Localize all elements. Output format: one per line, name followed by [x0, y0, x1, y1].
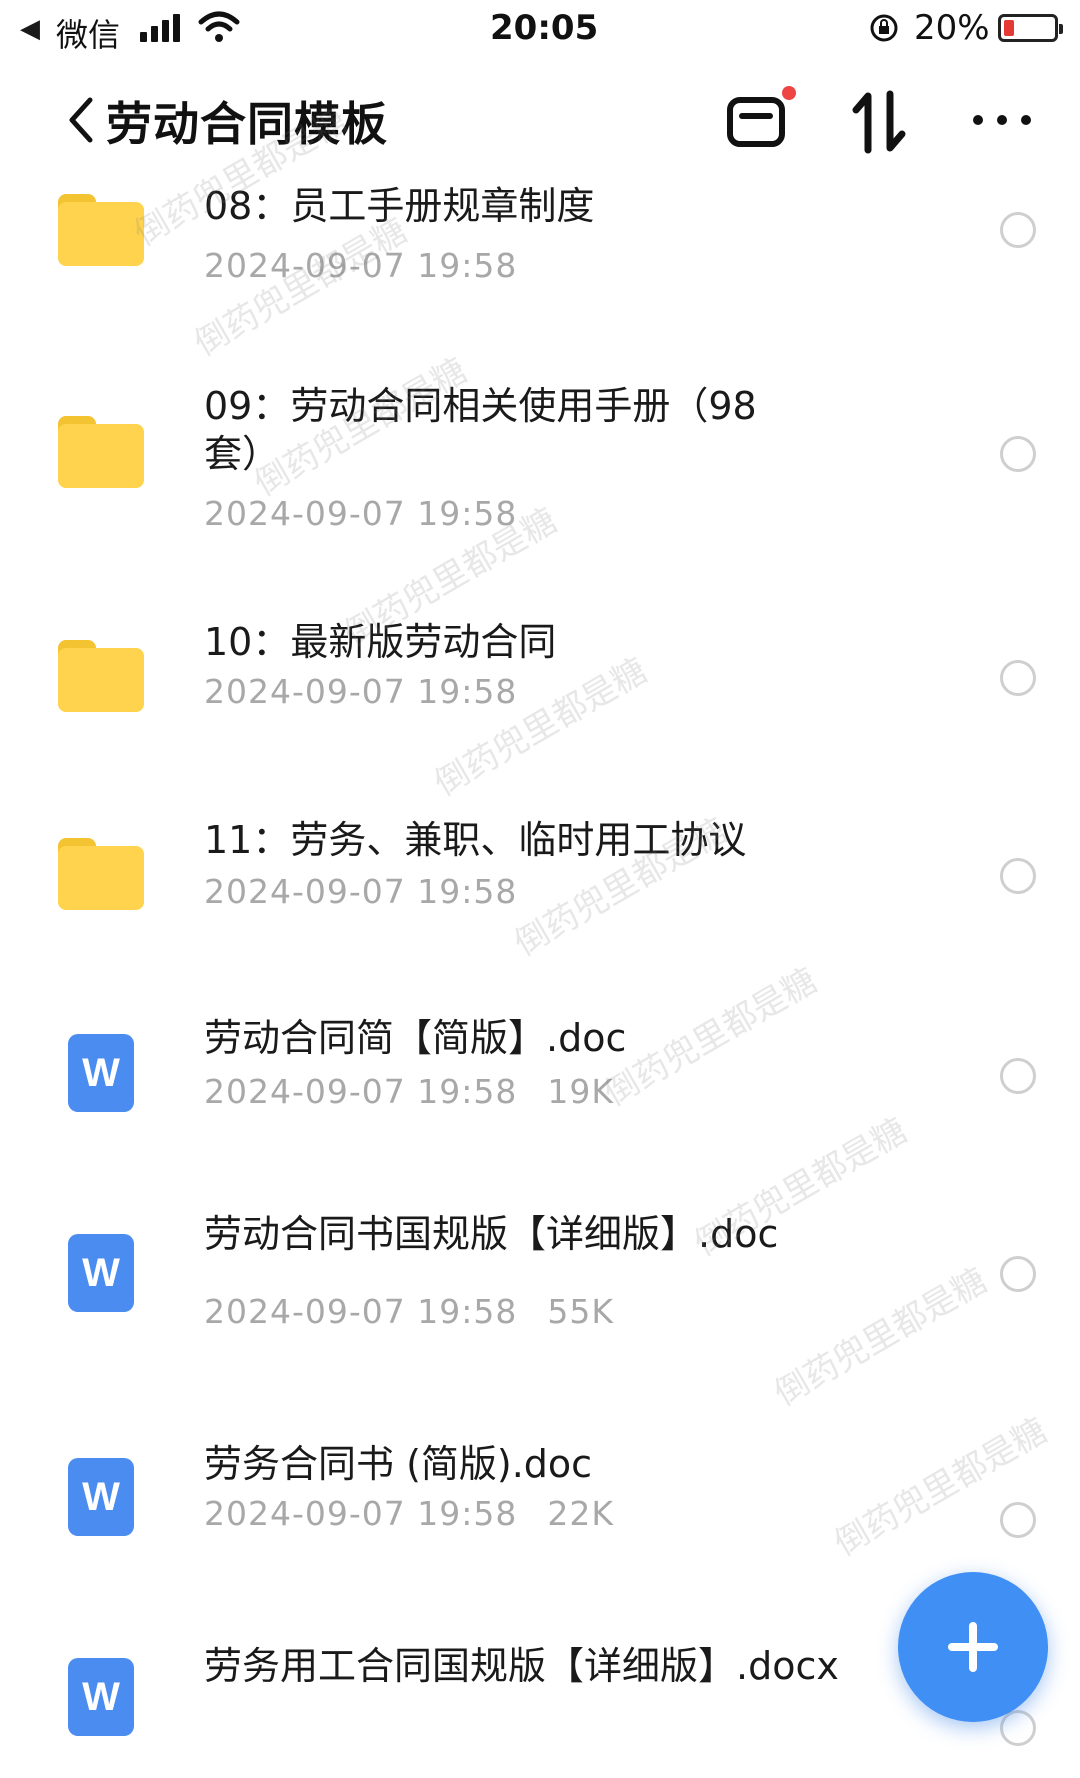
list-item[interactable]: 11：劳务、兼职、临时用工协议 2024-09-07 19:58 — [0, 794, 1080, 994]
file-name: 09：劳动合同相关使用手册（98套） — [204, 384, 757, 476]
battery-percent: 20% — [914, 8, 990, 48]
status-bar: ◀ 微信 20:05 20% — [0, 0, 1080, 60]
file-name: 劳动合同书国规版【详细版】.doc — [204, 1212, 779, 1256]
select-radio[interactable] — [1000, 1256, 1036, 1292]
select-radio[interactable] — [1000, 1502, 1036, 1538]
file-meta: 2024-09-07 19:58 — [204, 246, 517, 285]
list-item[interactable]: 10：最新版劳动合同 2024-09-07 19:58 — [0, 594, 1080, 794]
back-chevron-icon[interactable] — [62, 90, 102, 150]
file-size: 19K — [547, 1072, 615, 1111]
status-carrier: 微信 — [56, 16, 121, 54]
list-item[interactable]: 09：劳动合同相关使用手册（98套） 2024-09-07 19:58 — [0, 370, 1080, 594]
add-button[interactable] — [898, 1572, 1048, 1722]
list-item[interactable]: 08：员工手册规章制度 2024-09-07 19:58 — [0, 170, 1080, 370]
folder-icon — [58, 416, 144, 488]
page-title: 劳动合同模板 — [106, 97, 388, 151]
back-to-app-icon[interactable]: ◀ — [20, 14, 40, 44]
file-size: 22K — [547, 1494, 615, 1533]
list-item[interactable]: W 劳务合同书 (简版).doc 2024-09-07 19:58 22K — [0, 1418, 1080, 1618]
file-name: 11：劳务、兼职、临时用工协议 — [204, 818, 747, 862]
battery-icon — [998, 14, 1063, 42]
file-date: 2024-09-07 19:58 — [204, 246, 518, 285]
file-meta: 2024-09-07 19:58 — [204, 872, 517, 911]
select-radio[interactable] — [1000, 660, 1036, 696]
file-date: 2024-09-07 19:58 — [204, 872, 518, 911]
word-doc-icon: W — [68, 1658, 134, 1736]
folder-icon — [58, 194, 144, 266]
wifi-icon — [198, 11, 240, 42]
file-name: 08：员工手册规章制度 — [204, 184, 595, 228]
select-radio[interactable] — [1000, 212, 1036, 248]
rotation-lock-icon — [870, 14, 898, 42]
status-time: 20:05 — [490, 8, 599, 48]
more-icon[interactable] — [970, 100, 1034, 140]
select-radio[interactable] — [1000, 436, 1036, 472]
select-radio[interactable] — [1000, 858, 1036, 894]
file-name: 10：最新版劳动合同 — [204, 620, 557, 664]
word-doc-icon: W — [68, 1458, 134, 1536]
file-name: 劳务合同书 (简版).doc — [204, 1442, 593, 1486]
word-doc-icon: W — [68, 1234, 134, 1312]
file-meta: 2024-09-07 19:58 22K — [204, 1494, 614, 1533]
select-radio[interactable] — [1000, 1058, 1036, 1094]
app-header: 劳动合同模板 — [0, 76, 1080, 166]
file-date: 2024-09-07 19:58 — [204, 494, 518, 533]
file-date: 2024-09-07 19:58 — [204, 1494, 518, 1533]
signal-icon — [140, 14, 186, 42]
folder-icon — [58, 838, 144, 910]
file-name: 劳动合同简【简版】.doc — [204, 1016, 627, 1060]
file-meta: 2024-09-07 19:58 19K — [204, 1072, 614, 1111]
file-meta: 2024-09-07 19:58 55K — [204, 1292, 614, 1331]
transfer-list-button[interactable] — [726, 86, 796, 156]
file-date: 2024-09-07 19:58 — [204, 672, 518, 711]
file-meta: 2024-09-07 19:58 — [204, 672, 517, 711]
folder-icon — [58, 640, 144, 712]
file-size: 55K — [547, 1292, 615, 1331]
notification-dot — [782, 86, 796, 100]
battery-level — [1004, 20, 1014, 36]
sort-icon[interactable] — [850, 90, 910, 154]
file-date: 2024-09-07 19:58 — [204, 1072, 518, 1111]
file-name: 劳务用工合同国规版【详细版】.docx — [204, 1644, 839, 1688]
file-meta: 2024-09-07 19:58 — [204, 494, 517, 533]
list-item[interactable]: W 劳动合同书国规版【详细版】.doc 2024-09-07 19:58 55K — [0, 1194, 1080, 1418]
word-doc-icon: W — [68, 1034, 134, 1112]
list-item[interactable]: W 劳动合同简【简版】.doc 2024-09-07 19:58 19K — [0, 994, 1080, 1194]
file-date: 2024-09-07 19:58 — [204, 1292, 518, 1331]
select-radio[interactable] — [1000, 1710, 1036, 1746]
